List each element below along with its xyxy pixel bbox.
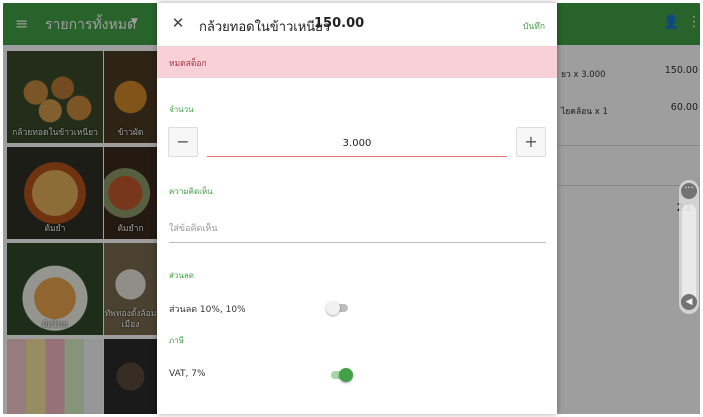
more-horiz-icon[interactable]: ··· — [681, 183, 697, 199]
toggle-knob — [339, 368, 353, 382]
volume-icon[interactable]: ◀ — [681, 294, 697, 310]
tax-section-label: ภาษี — [169, 336, 185, 345]
dialog-title: กล้วยทอดในข้าวเหนียว — [199, 20, 331, 35]
toggle-knob — [326, 301, 340, 315]
dialog-header: ✕ กล้วยทอดในข้าวเหนียว 150.00 บันทึก — [157, 3, 557, 46]
volume-slider[interactable]: ··· ◀ — [679, 180, 699, 314]
out-of-stock-banner: หมดสต็อก — [157, 46, 557, 78]
edit-item-dialog: ✕ กล้วยทอดในข้าวเหนียว 150.00 บันทึก หมด… — [157, 3, 557, 414]
increase-quantity-button[interactable]: + — [516, 127, 546, 157]
vat-option-label: VAT, 7% — [169, 369, 206, 379]
discount-toggle[interactable] — [326, 301, 350, 315]
close-icon[interactable]: ✕ — [169, 14, 187, 32]
discount-section-label: ส่วนลด — [169, 271, 194, 280]
out-of-stock-label: หมดสต็อก — [169, 59, 207, 69]
decrease-quantity-button[interactable]: − — [168, 127, 198, 157]
comment-label: ความคิดเห็น — [169, 187, 213, 196]
quantity-field[interactable] — [207, 131, 507, 157]
quantity-label: จำนวน — [169, 105, 194, 114]
vat-toggle[interactable] — [329, 368, 353, 382]
save-button[interactable]: บันทึก — [523, 19, 545, 33]
discount-option-label: ส่วนลด 10%, 10% — [169, 305, 246, 315]
comment-field[interactable] — [169, 215, 546, 243]
dialog-price: 150.00 — [314, 16, 365, 31]
